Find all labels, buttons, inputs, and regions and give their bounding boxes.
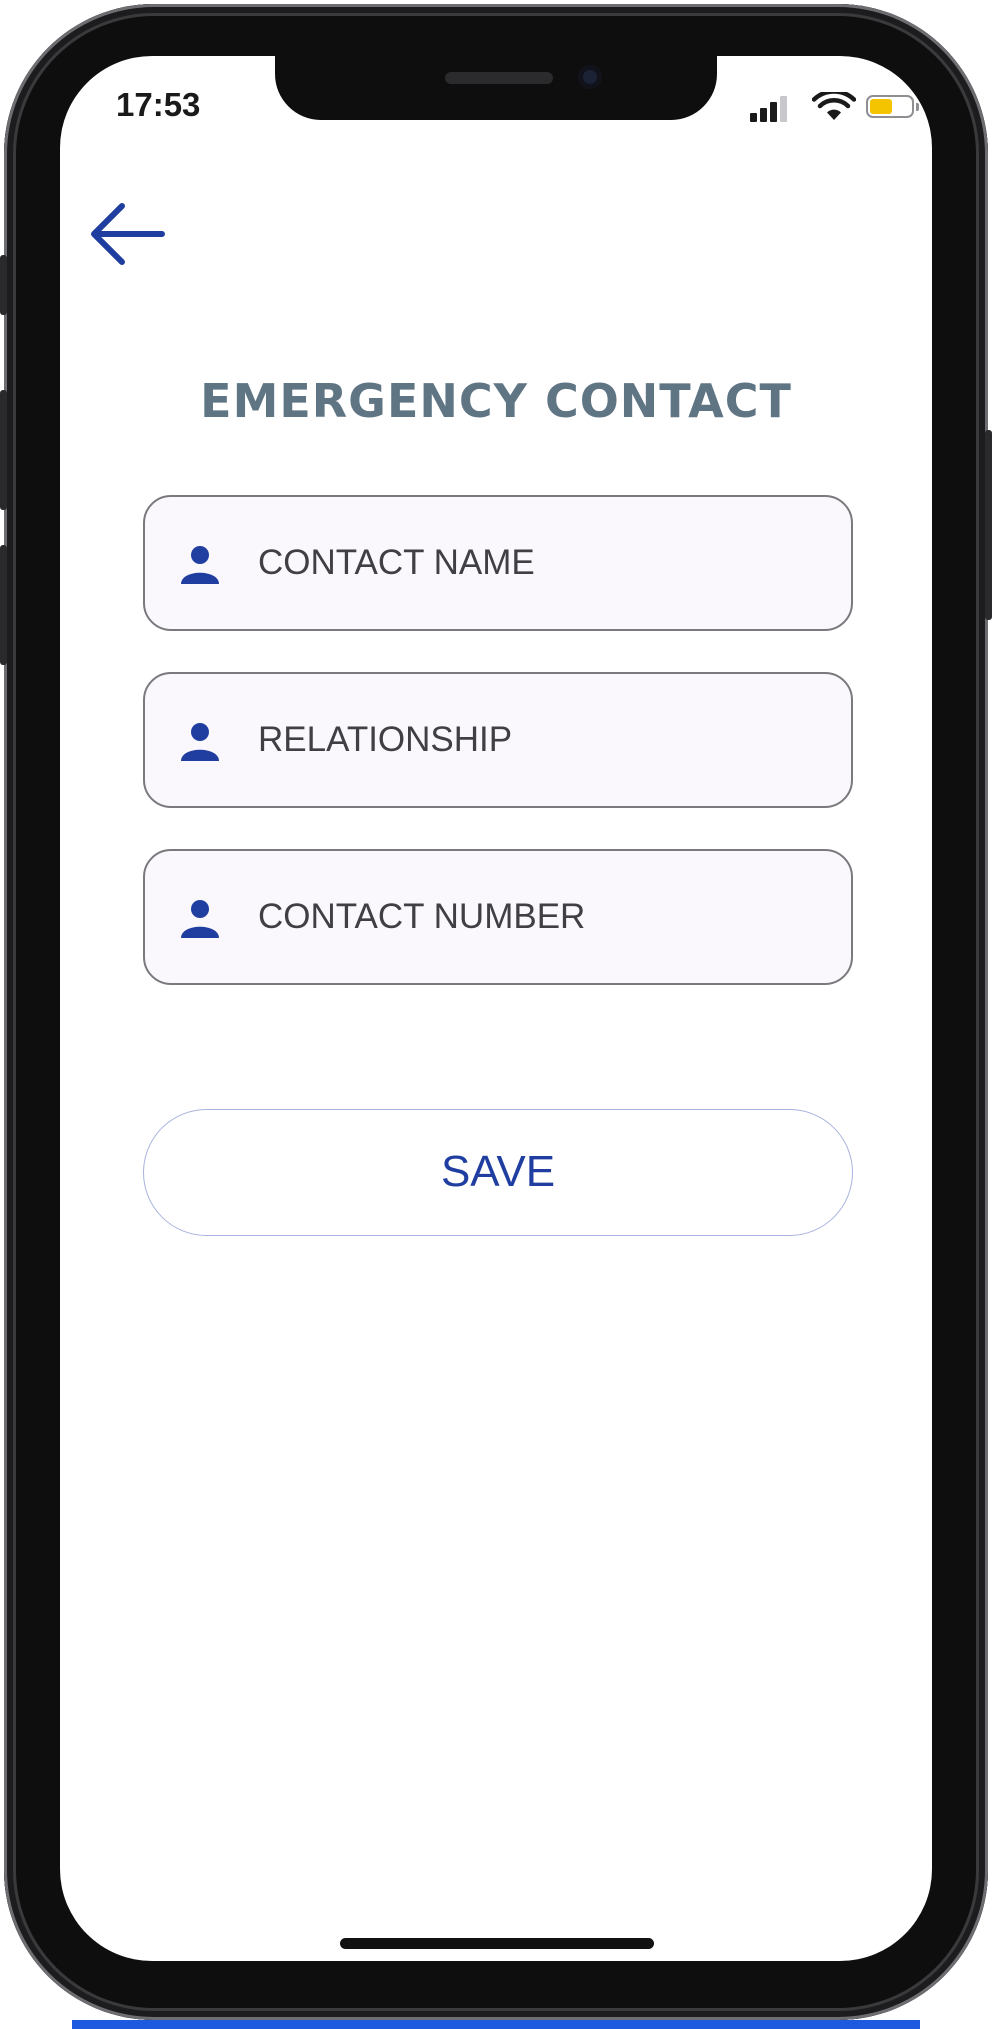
contact-name-field[interactable]: CONTACT NAME (143, 495, 853, 631)
battery-cap (916, 103, 919, 111)
device-notch (275, 56, 717, 120)
front-camera (578, 65, 602, 89)
app-screen: 17:53 EMERGENCY CONTACT CONTACT NAME REL… (60, 56, 932, 1961)
back-button[interactable] (86, 194, 166, 274)
contact-name-placeholder: CONTACT NAME (258, 543, 535, 582)
save-button[interactable]: SAVE (143, 1109, 853, 1236)
battery-level (870, 99, 892, 114)
signal-icon (750, 113, 757, 122)
status-indicators (750, 92, 919, 122)
home-indicator[interactable] (340, 1938, 654, 1949)
person-icon (181, 900, 219, 938)
battery-icon (866, 95, 914, 118)
volume-down-button (0, 545, 7, 665)
contact-number-field[interactable]: CONTACT NUMBER (143, 849, 853, 985)
arrow-left-icon (91, 203, 165, 265)
person-icon (181, 546, 219, 584)
signal-icon (780, 96, 787, 122)
volume-up-button (0, 390, 7, 510)
signal-icon (760, 108, 767, 122)
page-title: EMERGENCY CONTACT (200, 374, 792, 428)
contact-number-placeholder: CONTACT NUMBER (258, 897, 586, 936)
silent-switch (0, 255, 7, 315)
signal-icon (770, 102, 777, 122)
relationship-field[interactable]: RELATIONSHIP (143, 672, 853, 808)
power-button (985, 430, 992, 620)
bottom-accent-strip (72, 2020, 920, 2029)
earpiece-speaker (445, 72, 553, 84)
relationship-placeholder: RELATIONSHIP (258, 720, 513, 759)
person-icon (181, 723, 219, 761)
wifi-icon (812, 92, 856, 120)
status-time: 17:53 (116, 86, 201, 123)
